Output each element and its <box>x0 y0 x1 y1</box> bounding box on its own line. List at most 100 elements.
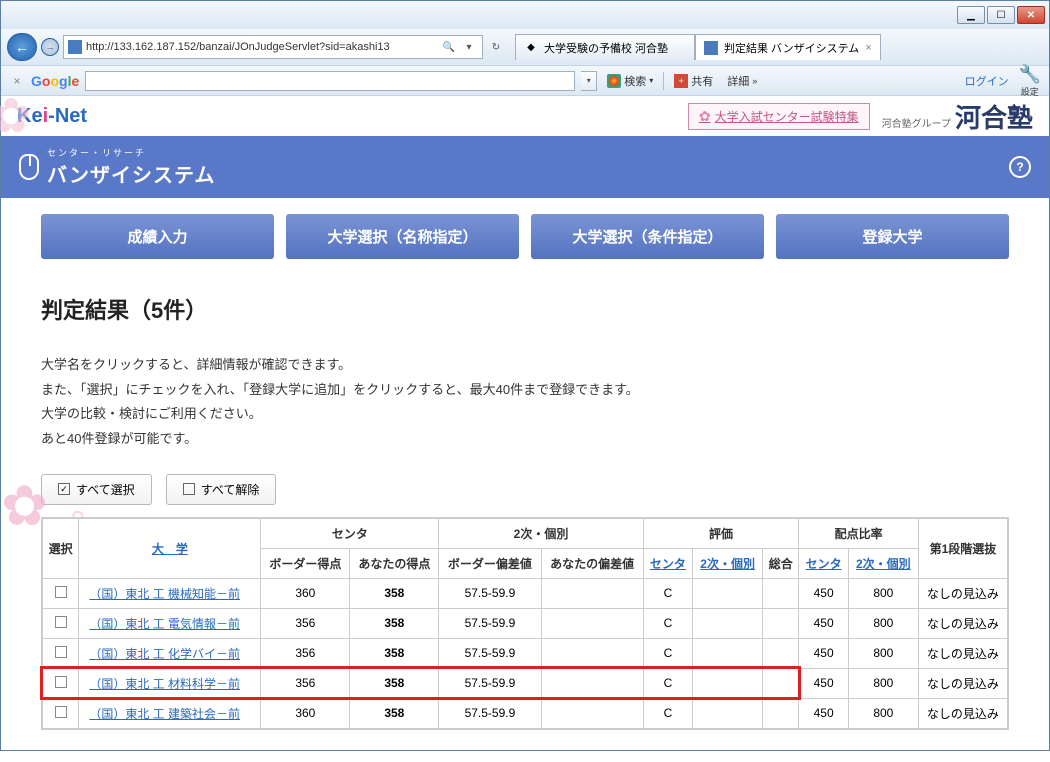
nav-univ-by-name[interactable]: 大学選択（名称指定） <box>286 214 519 259</box>
row-ratio-second: 800 <box>848 608 918 638</box>
row-eval-second <box>693 578 763 608</box>
univ-link[interactable]: （国）東北 工 建築社会－前 <box>89 707 240 721</box>
gplus-icon: + <box>674 74 688 88</box>
system-title-bar: センター・リサーチ バンザイシステム ? <box>1 136 1049 198</box>
back-button[interactable]: ← <box>7 33 37 61</box>
google-login-link[interactable]: ログイン <box>965 73 1009 89</box>
refresh-button[interactable]: ↻ <box>487 38 505 56</box>
row-center-your: 358 <box>350 638 439 668</box>
window-titlebar <box>1 1 1049 29</box>
row-ratio-center: 450 <box>799 698 848 729</box>
table-row: （国）東北 工 化学バイ－前35635857.5-59.9C450800なしの見… <box>42 638 1008 668</box>
row-eval-total <box>763 608 799 638</box>
row-eval-total <box>763 578 799 608</box>
sakura-icon: ✿ <box>699 108 711 125</box>
row-stage1: なしの見込み <box>918 638 1008 668</box>
th-ratio-second[interactable]: 2次・個別 <box>848 548 918 578</box>
checkbox-icon <box>55 706 67 718</box>
tab-favicon-icon <box>704 41 718 55</box>
tab-1[interactable]: 判定結果 バンザイシステム × <box>695 34 881 60</box>
nav-registered[interactable]: 登録大学 <box>776 214 1009 259</box>
th-eval-second[interactable]: 2次・個別 <box>693 548 763 578</box>
window-close-button[interactable] <box>1017 6 1045 24</box>
th-eval-center[interactable]: センタ <box>643 548 692 578</box>
row-checkbox-cell[interactable] <box>42 638 79 668</box>
divider <box>663 72 664 90</box>
google-detail-button[interactable]: 詳細» <box>723 73 761 89</box>
row-checkbox-cell[interactable] <box>42 698 79 729</box>
row-eval-center: C <box>643 668 692 698</box>
nav-univ-by-cond[interactable]: 大学選択（条件指定） <box>531 214 764 259</box>
tab-close-icon[interactable]: × <box>865 42 871 54</box>
row-eval-total <box>763 698 799 729</box>
th-eval-group: 評価 <box>643 518 799 549</box>
instruction-line: また、「選択」にチェックを入れ、「登録大学に追加」をクリックすると、最大40件ま… <box>41 378 1009 403</box>
row-center-border: 356 <box>261 638 350 668</box>
deselect-all-button[interactable]: すべて解除 <box>166 474 277 505</box>
google-logo: Google <box>31 73 79 89</box>
help-button[interactable]: ? <box>1009 156 1031 178</box>
univ-link[interactable]: （国）東北 工 電気情報－前 <box>89 617 240 631</box>
system-subtitle: センター・リサーチ <box>47 146 215 159</box>
row-checkbox-cell[interactable] <box>42 608 79 638</box>
row-eval-second <box>693 608 763 638</box>
row-stage1: なしの見込み <box>918 668 1008 698</box>
row-eval-center: C <box>643 638 692 668</box>
row-center-your: 358 <box>350 698 439 729</box>
row-center-your: 358 <box>350 578 439 608</box>
address-bar-row: ← → http://133.162.187.152/banzai/JOnJud… <box>1 29 1049 65</box>
th-select: 選択 <box>42 518 79 579</box>
row-second-your <box>541 668 643 698</box>
google-search-button[interactable]: 検索▾ <box>603 73 657 89</box>
row-eval-total <box>763 668 799 698</box>
google-settings-button[interactable]: 🔧 設定 <box>1019 64 1041 98</box>
favorites-icon[interactable]: ★ <box>1005 39 1018 56</box>
table-row: （国）東北 工 建築社会－前36035857.5-59.9C450800なしの見… <box>42 698 1008 729</box>
checkbox-checked-icon: ✓ <box>58 483 70 495</box>
row-second-your <box>541 638 643 668</box>
google-share-button[interactable]: +共有 <box>670 73 717 89</box>
tab-0[interactable]: ◆ 大学受験の予備校 河合塾 <box>515 34 695 60</box>
search-icon <box>607 74 621 88</box>
instructions: 大学名をクリックすると、詳細情報が確認できます。 また、「選択」にチェックを入れ… <box>41 353 1009 452</box>
th-center-border: ボーダー得点 <box>261 548 350 578</box>
row-center-border: 360 <box>261 578 350 608</box>
url-input[interactable]: http://133.162.187.152/banzai/JOnJudgeSe… <box>63 35 483 59</box>
row-ratio-second: 800 <box>848 638 918 668</box>
tools-icon[interactable]: ✲ <box>1023 39 1035 56</box>
window-maximize-button[interactable] <box>987 6 1015 24</box>
mouse-icon <box>19 154 39 180</box>
google-search-dropdown[interactable]: ▾ <box>581 71 597 91</box>
row-second-your <box>541 578 643 608</box>
row-ratio-second: 800 <box>848 578 918 608</box>
row-checkbox-cell[interactable] <box>42 668 79 698</box>
nav-score-input[interactable]: 成績入力 <box>41 214 274 259</box>
google-search-input[interactable] <box>85 71 575 91</box>
row-checkbox-cell[interactable] <box>42 578 79 608</box>
url-dropdown-icon[interactable]: ▾ <box>460 38 478 56</box>
keinet-logo[interactable]: Kei-Net <box>17 105 87 128</box>
univ-link[interactable]: （国）東北 工 機械知能－前 <box>89 587 240 601</box>
forward-button[interactable]: → <box>41 38 59 56</box>
toolbar-close-icon[interactable]: × <box>9 73 25 89</box>
main-content: ✿ ❀ 判定結果（5件） 大学名をクリックすると、詳細情報が確認できます。 また… <box>1 293 1049 750</box>
th-univ[interactable]: 大 学 <box>79 518 261 579</box>
window-minimize-button[interactable] <box>957 6 985 24</box>
home-icon[interactable]: ⌂ <box>990 39 998 55</box>
checkbox-icon <box>55 616 67 628</box>
th-second-group: 2次・個別 <box>439 518 643 549</box>
center-exam-feature-link[interactable]: ✿大学入試センター試験特集 <box>688 103 870 130</box>
results-table: 選択 大 学 センタ 2次・個別 評価 配点比率 第1段階選抜 ボーダー得点 あ… <box>41 517 1009 730</box>
search-dropdown-icon[interactable]: 🔍 <box>440 38 458 56</box>
univ-link[interactable]: （国）東北 工 化学バイ－前 <box>89 647 240 661</box>
table-row: （国）東北 工 機械知能－前36035857.5-59.9C450800なしの見… <box>42 578 1008 608</box>
select-all-button[interactable]: ✓すべて選択 <box>41 474 152 505</box>
instruction-line: 大学名をクリックすると、詳細情報が確認できます。 <box>41 353 1009 378</box>
univ-link[interactable]: （国）東北 工 材料科学－前 <box>89 677 240 691</box>
tab-favicon-icon: ◆ <box>524 41 538 55</box>
favicon-icon <box>68 40 82 54</box>
th-ratio-center[interactable]: センタ <box>799 548 848 578</box>
row-univ-cell: （国）東北 工 電気情報－前 <box>79 608 261 638</box>
row-ratio-center: 450 <box>799 638 848 668</box>
row-second-border: 57.5-59.9 <box>439 578 541 608</box>
